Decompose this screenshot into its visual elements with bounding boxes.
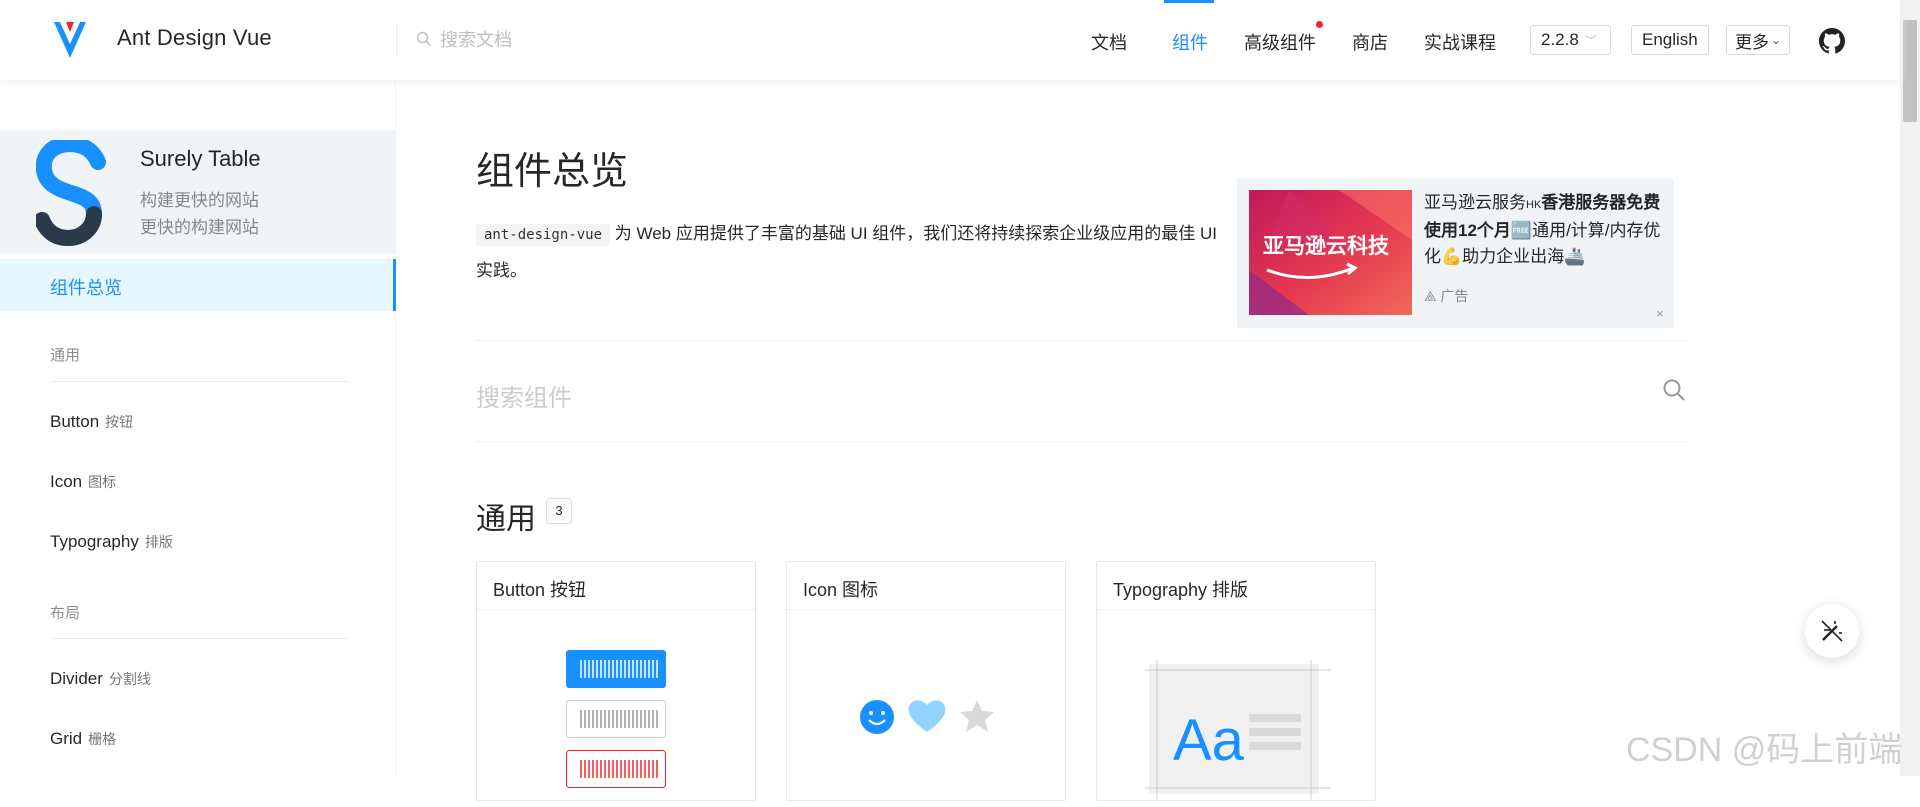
version-value: 2.2.8 (1541, 30, 1579, 49)
sidebar-group-divider (50, 638, 350, 639)
sidebar-item-button[interactable]: Button 按钮 (50, 412, 133, 432)
sidebar-item-label: Typography (50, 532, 139, 551)
sidebar-item-cn-label: 排版 (144, 534, 173, 550)
sidebar-item-divider[interactable]: Divider 分割线 (50, 669, 151, 689)
language-button[interactable]: English (1631, 25, 1709, 55)
sidebar-item-label: Grid (50, 729, 83, 748)
sidebar-item-cn-label: 分割线 (108, 671, 151, 687)
sidebar-item-cn-label: 栅格 (88, 731, 117, 747)
nav-components[interactable]: 组件 (1172, 29, 1208, 55)
component-search-input[interactable]: 搜索组件 (476, 378, 572, 413)
ad-label: ⟁ 广告 (1424, 286, 1468, 306)
card-title: Button 按钮 (493, 580, 587, 600)
nav-store[interactable]: 商店 (1352, 29, 1388, 55)
more-label: 更多 (1735, 32, 1769, 52)
magic-wand-fab[interactable] (1805, 604, 1859, 658)
more-dropdown[interactable]: 更多 ⌄ (1726, 25, 1791, 55)
button-illustration (566, 650, 666, 788)
section-count-badge: 3 (546, 498, 572, 524)
promo-title: Surely Table (140, 146, 261, 171)
ant-design-vue-logo[interactable] (52, 18, 88, 60)
icon-illustration (860, 700, 994, 734)
icon-preview-illustration (787, 610, 1065, 802)
intro-paragraph: ant-design-vue 为 Web 应用提供了丰富的基础 UI 组件，我们… (476, 216, 1232, 289)
github-icon[interactable] (1819, 28, 1845, 54)
card-title: Icon 图标 (803, 580, 879, 600)
ad-label-text: 广告 (1440, 288, 1469, 304)
brand-name[interactable]: Ant Design Vue (117, 25, 272, 51)
top-header: Ant Design Vue 搜索文档 文档 组件 高级组件 商店 实战课程 2… (0, 0, 1900, 80)
button-preview-illustration (477, 610, 755, 802)
sidebar-group-layout: 布局 (50, 605, 81, 622)
chevron-down-icon: ⌄ (1771, 33, 1782, 47)
section-title-general: 通用 (476, 503, 536, 536)
nav-docs[interactable]: 文档 (1091, 29, 1127, 55)
search-icon[interactable] (1662, 378, 1686, 402)
sidebar-item-typography[interactable]: Typography 排版 (50, 532, 173, 552)
section-divider (476, 441, 1688, 442)
typography-preview-illustration: Aa (1097, 610, 1375, 802)
promo-subtitle-2: 更快的构建网站 (140, 218, 259, 237)
doc-search-input[interactable]: 搜索文档 (440, 26, 512, 52)
ad-text-part: HK (1526, 199, 1542, 211)
sidebar-item-label: 组件总览 (50, 278, 122, 298)
section-divider (476, 340, 1688, 341)
watermark: CSDN @码上前端 (1626, 731, 1903, 769)
nav-advanced-components[interactable]: 高级组件 (1244, 29, 1316, 55)
component-card-icon[interactable]: Icon 图标 (786, 561, 1066, 801)
package-name-code: ant-design-vue (476, 224, 611, 246)
version-select[interactable]: 2.2.8 ﹀ (1530, 25, 1611, 55)
chevron-down-icon: ﹀ (1584, 33, 1597, 48)
sidebar-item-grid[interactable]: Grid 栅格 (50, 729, 116, 749)
search-icon (416, 31, 431, 46)
doc-search[interactable]: 搜索文档 (416, 26, 512, 52)
sidebar-item-label: Divider (50, 669, 103, 688)
close-icon[interactable]: × (1656, 306, 1664, 321)
magic-wand-icon (1821, 620, 1843, 642)
sidebar-group-general: 通用 (50, 347, 81, 364)
header-divider (396, 24, 397, 56)
sidebar-item-icon[interactable]: Icon 图标 (50, 472, 116, 492)
promo-subtitle-1: 构建更快的网站 (140, 191, 259, 210)
ad-text-part: 亚马逊云服务 (1424, 193, 1526, 212)
nav-courses[interactable]: 实战课程 (1424, 29, 1496, 55)
page-title: 组件总览 (476, 151, 629, 193)
svg-text:Aa: Aa (1173, 708, 1245, 773)
card-title: Typography 排版 (1113, 580, 1249, 600)
sidebar-item-cn-label: 按钮 (105, 414, 134, 430)
new-badge-dot (1316, 21, 1323, 28)
ad-image-text: 亚马逊云科技 (1263, 235, 1389, 258)
component-card-button[interactable]: Button 按钮 (476, 561, 756, 801)
ad-provider-icon: ⟁ (1424, 288, 1437, 304)
sidebar-group-divider (50, 381, 350, 382)
component-card-typography[interactable]: Typography 排版 Aa (1096, 561, 1376, 801)
scrollbar-thumb[interactable] (1903, 20, 1917, 122)
surely-table-logo[interactable] (36, 140, 106, 246)
active-nav-indicator (1164, 0, 1214, 3)
sidebar-item-label: Icon (50, 472, 83, 491)
sidebar-item-cn-label: 图标 (88, 474, 117, 490)
sidebar-item-label: Button (50, 412, 100, 431)
sidebar-item-overview[interactable]: 组件总览 (0, 259, 396, 311)
ad-image[interactable]: 亚马逊云科技 (1249, 190, 1412, 315)
ad-text[interactable]: 亚马逊云服务HK香港服务器免费使用12个月🆓通用/计算/内存优化💪助力企业出海🚢 (1424, 190, 1664, 270)
typography-illustration: Aa (1145, 660, 1331, 800)
